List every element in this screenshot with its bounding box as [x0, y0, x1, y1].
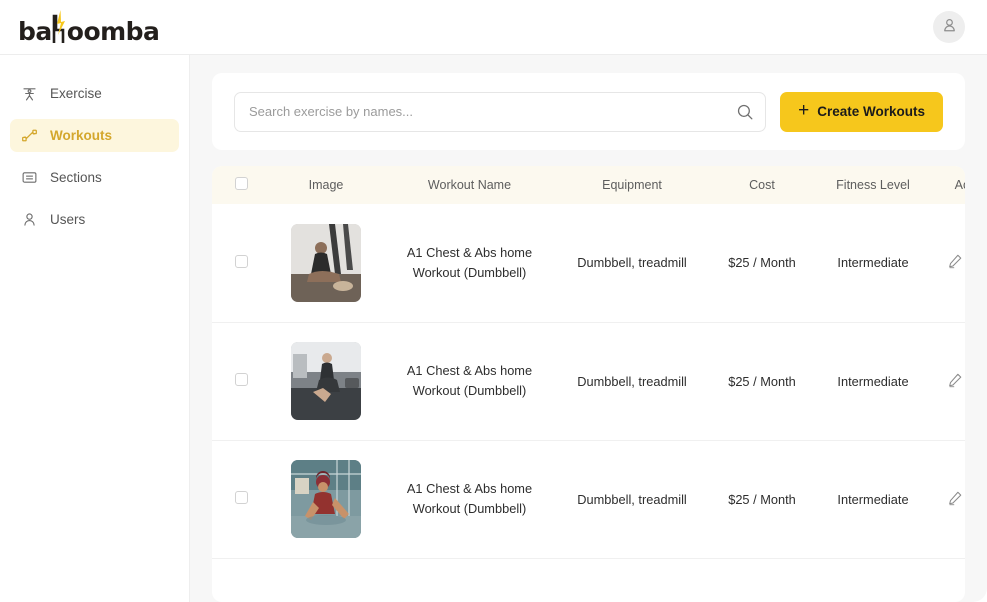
column-header-image: Image	[270, 166, 382, 204]
brand-logo-text: ba oomba	[18, 10, 160, 46]
workout-name-line2: Workout (Dumbbell)	[412, 264, 527, 280]
sidebar-item-label: Users	[50, 212, 86, 227]
column-header-cost: Cost	[707, 166, 817, 204]
row-workout-name-cell: A1 Chest & Abs home Workout (Dumbbell)	[382, 204, 557, 323]
table-row[interactable]: A1 Chest & Abs home Workout (Dumbbell) D…	[212, 440, 965, 559]
edit-button[interactable]	[940, 253, 965, 272]
pencil-icon	[947, 254, 963, 272]
row-checkbox[interactable]	[234, 491, 248, 504]
row-cost-cell	[707, 558, 817, 602]
column-header-equipment: Equipment	[557, 166, 707, 204]
create-workouts-button[interactable]: + Create Workouts	[780, 91, 943, 132]
row-action-cell	[929, 440, 965, 559]
workout-name-line2: Workout (Dumbbell)	[412, 383, 527, 398]
row-fitness-level-cell: Intermediate	[817, 440, 929, 559]
row-equipment-cell: Dumbbell, treadmill	[557, 204, 707, 323]
sidebar-item-users[interactable]: Users	[10, 203, 179, 236]
select-all-checkbox[interactable]	[234, 177, 248, 190]
column-header-action: Action	[929, 166, 965, 204]
sidebar-item-sections[interactable]: Sections	[10, 161, 179, 194]
select-all-header	[212, 166, 270, 204]
search-input[interactable]	[234, 91, 767, 132]
workout-name-line1: A1 Chest & Abs home	[406, 363, 533, 379]
row-select-cell	[212, 204, 270, 323]
workout-name-line2: Workout (Dumbbell)	[412, 501, 527, 516]
row-image-cell	[270, 558, 382, 602]
edit-button[interactable]	[940, 490, 965, 509]
sidebar-item-exercise[interactable]: Exercise	[10, 77, 179, 110]
row-select-cell	[212, 322, 270, 441]
row-image-cell	[270, 440, 382, 559]
row-fitness-level-cell: Intermediate	[817, 322, 929, 441]
avatar[interactable]	[933, 11, 965, 43]
row-cost-cell: $25 / Month	[707, 204, 817, 323]
row-select-cell	[212, 440, 270, 559]
main-content: + Create Workouts Image Workout Name	[190, 55, 987, 602]
sections-list-icon	[20, 169, 38, 187]
row-image-cell	[270, 204, 382, 323]
brand-logo-text-part1: ba	[18, 17, 52, 46]
table-header: Image Workout Name Equipment Cost Fitnes…	[212, 166, 965, 204]
row-action-cell	[929, 204, 965, 323]
workout-thumbnail	[291, 460, 361, 538]
table-row[interactable]	[212, 558, 965, 602]
pencil-icon	[947, 373, 963, 391]
row-workout-name-cell: A1 Chest & Abs home Workout (Dumbbell)	[382, 440, 557, 559]
row-workout-name-cell: A1 Chest & Abs home Workout (Dumbbell)	[382, 322, 557, 441]
row-equipment-cell	[557, 558, 707, 602]
column-header-workout-name: Workout Name	[382, 166, 557, 204]
workouts-table: Image Workout Name Equipment Cost Fitnes…	[212, 166, 965, 602]
search-icon[interactable]	[736, 103, 754, 121]
workout-name-line1: A1 Chest & Abs home	[406, 481, 533, 497]
table-body: A1 Chest & Abs home Workout (Dumbbell) D…	[212, 204, 965, 602]
row-fitness-level-cell: Intermediate	[817, 204, 929, 323]
sidebar: Exercise Workouts Sections Users	[0, 55, 190, 602]
user-icon	[20, 211, 38, 229]
workouts-table-card: Image Workout Name Equipment Cost Fitnes…	[212, 166, 965, 602]
column-header-fitness-level: Fitness Level	[817, 166, 929, 204]
row-cost-cell: $25 / Month	[707, 322, 817, 441]
row-checkbox[interactable]	[234, 373, 248, 386]
table-row[interactable]: A1 Chest & Abs home Workout (Dumbbell) D…	[212, 322, 965, 441]
user-icon	[941, 17, 958, 37]
sidebar-item-label: Sections	[50, 170, 102, 185]
edit-button[interactable]	[940, 372, 965, 391]
search-field	[234, 91, 767, 132]
top-bar: ba oomba	[0, 0, 987, 55]
app-window: ba oomba Exercise Workouts Sections User…	[0, 0, 987, 602]
exercise-figure-icon	[20, 85, 38, 103]
workout-name-line1: A1 Chest & Abs home	[406, 244, 533, 260]
row-equipment-cell: Dumbbell, treadmill	[557, 322, 707, 441]
row-fitness-level-cell	[817, 558, 929, 602]
brand-logo-mark-icon	[51, 10, 68, 43]
row-workout-name-cell	[382, 558, 557, 602]
toolbar: + Create Workouts	[212, 73, 965, 150]
sidebar-item-label: Workouts	[50, 128, 113, 143]
table-header-row: Image Workout Name Equipment Cost Fitnes…	[212, 166, 965, 204]
row-action-cell	[929, 322, 965, 441]
dumbbell-icon	[20, 127, 38, 145]
brand-logo-text-part2: oomba	[66, 17, 160, 46]
row-action-cell	[929, 558, 965, 602]
row-checkbox[interactable]	[234, 254, 248, 268]
row-image-cell	[270, 322, 382, 441]
row-select-cell	[212, 558, 270, 602]
brand-logo[interactable]: ba oomba	[18, 10, 160, 46]
row-equipment-cell: Dumbbell, treadmill	[557, 440, 707, 559]
sidebar-item-workouts[interactable]: Workouts	[10, 119, 179, 152]
table-row[interactable]: A1 Chest & Abs home Workout (Dumbbell) D…	[212, 204, 965, 323]
workout-thumbnail	[291, 342, 361, 420]
sidebar-item-label: Exercise	[50, 86, 102, 101]
create-workouts-label: Create Workouts	[817, 104, 925, 119]
row-cost-cell: $25 / Month	[707, 440, 817, 559]
pencil-icon	[947, 491, 963, 509]
plus-icon: +	[798, 100, 810, 121]
workout-thumbnail	[291, 223, 361, 302]
